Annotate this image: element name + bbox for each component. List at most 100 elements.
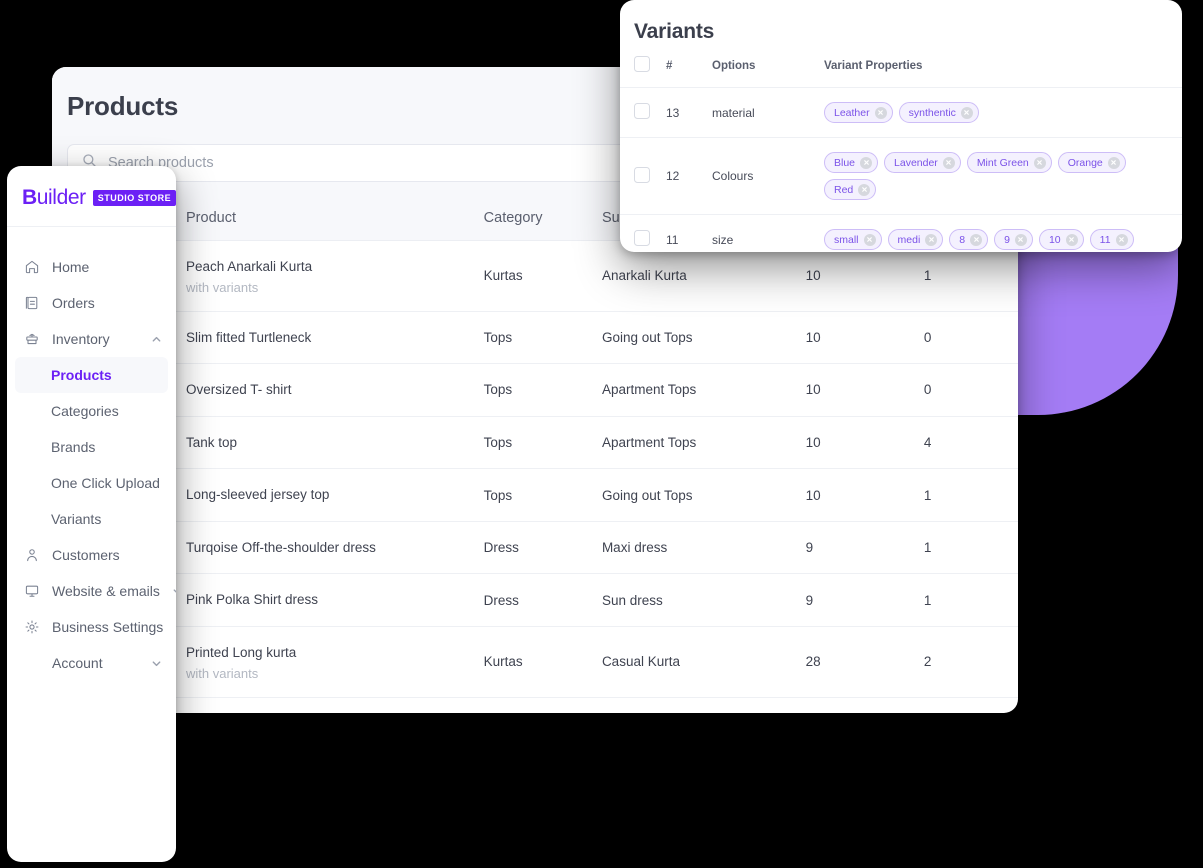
cell-category: Kurtas (473, 240, 592, 312)
table-row[interactable]: 12 Colours Blue Lavender Mint Green Orange Red (620, 137, 1182, 215)
product-name: Tank top (186, 434, 238, 450)
variant-property-chip[interactable]: small (824, 229, 882, 250)
row-checkbox[interactable] (634, 230, 650, 246)
chip-remove-icon[interactable] (858, 183, 871, 196)
cell-variants: 4 (913, 416, 1018, 470)
products-table: Product Category Sub Category Quantity V… (52, 198, 1018, 698)
sidebar-item-label: Account (52, 655, 103, 671)
variant-property-chip[interactable]: Red (824, 179, 877, 200)
variant-property-chip[interactable]: Blue (824, 152, 879, 173)
chip-remove-icon[interactable] (960, 106, 973, 119)
cell-subcategory: Apartment Tops (591, 416, 796, 470)
decorative-purple-shape (1018, 240, 1178, 415)
cell-variants: 0 (913, 363, 1018, 417)
variant-property-chip[interactable]: 9 (994, 229, 1033, 250)
variant-property-chip[interactable]: 11 (1089, 229, 1134, 250)
table-row[interactable]: Tank top Tops Apartment Tops 10 4 (52, 416, 1018, 470)
variant-property-chip[interactable]: 10 (1038, 229, 1084, 250)
chip-remove-icon[interactable] (925, 233, 938, 246)
variant-property-chip[interactable]: synthentic (898, 102, 979, 123)
cell-subcategory: Apartment Tops (591, 363, 796, 417)
sidebar-item-products[interactable]: Products (15, 357, 168, 393)
cell-subcategory: Sun dress (591, 573, 796, 627)
chip-remove-icon[interactable] (860, 156, 873, 169)
chip-remove-icon[interactable] (1107, 156, 1120, 169)
chip-label: 11 (1099, 233, 1111, 246)
chip-remove-icon[interactable] (1065, 233, 1078, 246)
row-checkbox[interactable] (634, 103, 650, 119)
sidebar-item-label: Inventory (52, 331, 110, 347)
sidebar-item-one-click-upload[interactable]: One Click Upload (7, 465, 176, 501)
variants-table-body: 13 material Leather synthentic 12 Colours Blue… (620, 87, 1182, 252)
column-header-options[interactable]: Options (706, 44, 818, 88)
sidebar-item-label: Customers (52, 547, 120, 563)
chip-remove-icon[interactable] (942, 156, 955, 169)
home-icon (23, 259, 40, 276)
variant-property-chip[interactable]: 8 (949, 229, 989, 250)
gear-icon (23, 619, 40, 636)
cell-quantity: 10 (795, 468, 914, 522)
sidebar-item-brands[interactable]: Brands (7, 429, 176, 465)
product-name: Slim fitted Turtleneck (186, 329, 312, 345)
sidebar-item-customers[interactable]: Customers (7, 537, 176, 573)
sidebar-item-label: Home (52, 259, 90, 275)
sidebar-item-orders[interactable]: Orders (7, 285, 176, 321)
chip-remove-icon[interactable] (1014, 233, 1027, 246)
product-name: Long-sleeved jersey top (186, 487, 330, 503)
cell-select (620, 87, 660, 138)
select-all-checkbox[interactable] (634, 56, 650, 72)
column-header-number[interactable]: # (660, 44, 706, 88)
cell-quantity: 9 (795, 521, 914, 575)
chevron-up-icon[interactable] (151, 334, 162, 345)
variant-property-chip[interactable]: Mint Green (966, 152, 1052, 173)
column-header-variant-properties[interactable]: Variant Properties (818, 44, 1182, 88)
sidebar-item-label: Variants (51, 511, 102, 527)
chip-remove-icon[interactable] (1115, 233, 1128, 246)
variant-property-chip[interactable]: Orange (1057, 152, 1126, 173)
cell-subcategory: Casual Kurta (591, 626, 796, 698)
table-row[interactable]: Slim fitted Turtleneck Tops Going out Tops… (52, 311, 1018, 365)
cell-variant-properties: Blue Lavender Mint Green Orange Red (818, 137, 1182, 215)
sidebar-item-business-settings[interactable]: Business Settings (7, 609, 176, 645)
brand-logo[interactable]: Builder STUDIO STORE (7, 166, 176, 227)
sidebar-item-account[interactable]: Account (7, 645, 176, 681)
variant-property-chip[interactable]: Leather (824, 102, 893, 123)
table-row[interactable]: Pink Polka Shirt dress Dress Sun dress 9 1 (52, 573, 1018, 627)
cell-option-name: Colours (706, 137, 818, 215)
brand-name-rest: uilder (36, 186, 86, 209)
variant-property-chip[interactable]: medi (887, 229, 944, 250)
table-row[interactable]: Printed Long kurta with variants Kurtas Cas… (52, 626, 1018, 698)
chip-remove-icon[interactable] (863, 233, 876, 246)
brand-name-initial: B (22, 186, 37, 209)
variant-property-chip[interactable]: Lavender (884, 152, 961, 173)
chevron-down-icon[interactable] (151, 658, 162, 669)
variants-title: Variants (634, 20, 715, 43)
sidebar-item-label: Categories (51, 403, 119, 419)
table-row[interactable]: 13 material Leather synthentic (620, 87, 1182, 138)
chip-remove-icon[interactable] (874, 106, 887, 119)
chevron-down-icon[interactable] (172, 586, 176, 597)
sidebar-item-inventory[interactable]: Inventory (7, 321, 176, 357)
cell-subcategory: Going out Tops (591, 311, 796, 365)
sidebar-item-categories[interactable]: Categories (7, 393, 176, 429)
cell-select (620, 137, 660, 215)
chevron-down-icon[interactable] (175, 622, 176, 633)
sidebar-item-home[interactable]: Home (7, 249, 176, 285)
cell-select (620, 214, 660, 252)
table-row[interactable]: Oversized T- shirt Tops Apartment Tops 10 0 (52, 363, 1018, 417)
sidebar-item-label: Business Settings (52, 619, 164, 635)
sidebar-item-label: One Click Upload (51, 475, 160, 491)
chip-list: Blue Lavender Mint Green Orange Red (824, 152, 1176, 200)
table-row[interactable]: 11 size small medi 8 9 10 11 (620, 214, 1182, 252)
table-row[interactable]: Long-sleeved jersey top Tops Going out Top… (52, 468, 1018, 522)
sidebar-item-variants[interactable]: Variants (7, 501, 176, 537)
cell-subcategory: Maxi dress (591, 521, 796, 575)
row-checkbox[interactable] (634, 166, 650, 183)
sidebar-item-website-emails[interactable]: Website & emails (7, 573, 176, 609)
column-header-category[interactable]: Category (473, 198, 592, 241)
chip-remove-icon[interactable] (1033, 156, 1046, 169)
table-row[interactable]: Turqoise Off-the-shoulder dress Dress Maxi… (52, 521, 1018, 575)
chip-label: 9 (1004, 233, 1010, 246)
chip-remove-icon[interactable] (970, 233, 983, 246)
chip-label: Lavender (894, 156, 938, 169)
